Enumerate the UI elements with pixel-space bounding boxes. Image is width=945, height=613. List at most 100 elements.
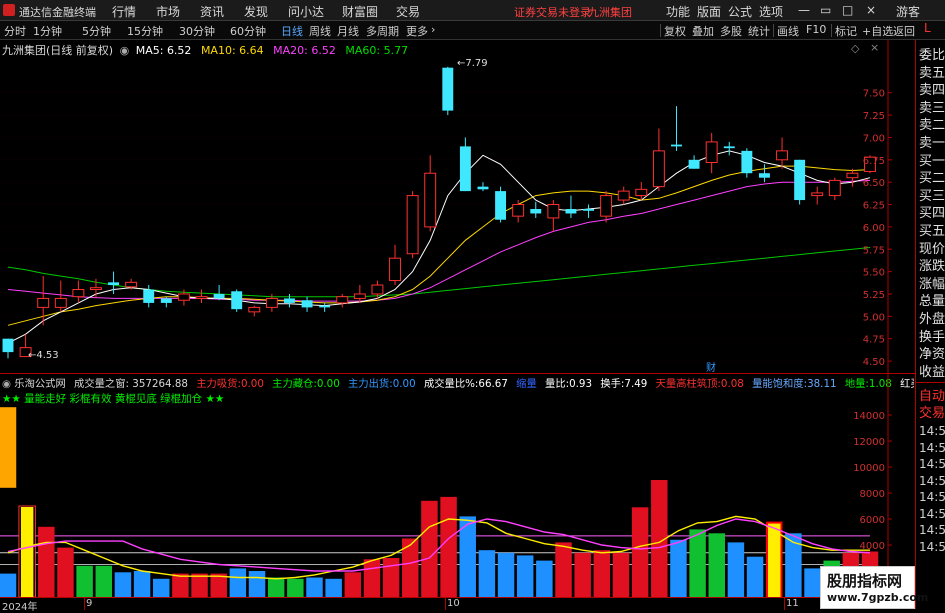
menu-item-gongneng[interactable]: 功能 [666, 3, 690, 20]
period-tab-30min[interactable]: 30分钟 [179, 23, 215, 39]
quote-row-label: 卖三 [919, 100, 945, 116]
volume-bar-inner [767, 523, 781, 597]
quote-row-label: 卖一 [919, 136, 945, 151]
date-label-year: 2024年 [2, 602, 38, 613]
volume-tick-label: 10000 [853, 463, 885, 474]
price-tick-label: 5.75 [863, 245, 885, 256]
candle-body [54, 297, 67, 308]
date-label-nov: 11 [786, 598, 799, 609]
ma5-label: MA5: [135, 44, 164, 57]
menu-item-shichang[interactable]: 市场 [156, 3, 180, 20]
menu-item-zixun[interactable]: 资讯 [200, 3, 224, 20]
add-watchlist-button[interactable]: +自选 [862, 23, 893, 39]
minimize-button[interactable]: — [798, 3, 810, 17]
period-tab-fenshi[interactable]: 分时 [4, 23, 26, 39]
candle-body [794, 159, 806, 201]
price-tick-label: 5.25 [863, 290, 885, 301]
panel-close-icon[interactable]: × [870, 41, 879, 54]
menu-item-wenxiaoda[interactable]: 问小达 [288, 3, 324, 20]
menu-item-banmian[interactable]: 版面 [697, 3, 721, 20]
stock-name-title: 九洲集团 [588, 6, 632, 19]
maximize-button[interactable]: □ [842, 3, 853, 17]
close-button[interactable]: × [866, 3, 876, 17]
back-button[interactable]: 返回 [893, 23, 915, 39]
finance-marker[interactable]: 财 [706, 359, 716, 374]
price-tick-label: 4.75 [863, 335, 885, 346]
huaxian-button[interactable]: 画线 [777, 23, 799, 39]
candle-body [353, 293, 366, 299]
quote-row-label: 委比 [919, 48, 945, 63]
period-tab-more[interactable]: 更多 [406, 23, 428, 39]
menu-item-xuanxiang[interactable]: 选项 [759, 3, 783, 20]
tick-time: 14:56 [919, 539, 945, 554]
candle-body [319, 305, 331, 308]
quote-row-label: 买五 [919, 224, 945, 239]
diejia-button[interactable]: 叠加 [692, 23, 714, 39]
menu-item-faxian[interactable]: 发现 [244, 3, 268, 20]
tongji-button[interactable]: 统计 [748, 23, 770, 39]
candles-group [2, 66, 876, 359]
trade-label[interactable]: 交易 [919, 402, 945, 421]
duogu-button[interactable]: 多股 [720, 23, 742, 39]
restore-button[interactable]: ▭ [820, 3, 831, 17]
special-volume-bar-inner [20, 507, 34, 597]
volume-bar [708, 533, 725, 597]
period-tab-monthly[interactable]: 月线 [337, 23, 359, 39]
period-tab-5min[interactable]: 5分钟 [82, 23, 111, 39]
volume-tick-label: 14000 [853, 411, 885, 422]
candlestick-chart[interactable]: 7.50 7.25 7.00 6.75 6.50 6.25 6.00 5.75 5.50 5.25… [0, 40, 915, 374]
quote-row-label: 买一 [919, 153, 945, 169]
volume-bar [267, 577, 285, 597]
candle-body [213, 293, 225, 299]
ma-settings-icon[interactable]: ◉ [120, 44, 130, 57]
tick-time: 14:56 [919, 473, 945, 488]
period-tab-15min[interactable]: 15分钟 [127, 23, 163, 39]
price-tick-label: 7.25 [863, 111, 885, 122]
menu-item-hangqing[interactable]: 行情 [112, 3, 136, 20]
panel-settings-icon[interactable]: ◇ [851, 42, 859, 55]
period-tab-1min[interactable]: 1分钟 [33, 23, 62, 39]
fuquan-button[interactable]: 复权 [664, 23, 686, 39]
menu-item-caifuquan[interactable]: 财富圈 [342, 3, 378, 20]
volume-chart[interactable]: 1400012000100008000600040002000 [0, 374, 915, 609]
guest-label[interactable]: 游客 [896, 3, 920, 20]
trade-login-notice[interactable]: 证券交易未登录 [514, 4, 591, 20]
period-tab-daily[interactable]: 日线 [281, 23, 303, 39]
ma10-value: 6.64 [239, 44, 264, 57]
menu-item-gongshi[interactable]: 公式 [728, 3, 752, 20]
biaoji-button[interactable]: 标记 [835, 23, 857, 39]
f10-button[interactable]: F10 [806, 23, 826, 36]
more-chevron-icon[interactable]: › [431, 23, 435, 36]
menu-item-jiaoyi[interactable]: 交易 [396, 3, 420, 20]
candle-body [459, 146, 471, 192]
quote-panel: L 委比 卖五 卖四 卖三 卖二 卖一 买一 买二 买三 买四 买五 现价 涨跌 涨幅 总量 外盘 换手 净资 收益… [915, 21, 945, 609]
volume-bar [631, 507, 649, 597]
tick-time: 14:56 [919, 506, 945, 521]
period-tab-weekly[interactable]: 周线 [309, 23, 331, 39]
quote-row-label: 卖四 [919, 83, 945, 99]
volume-bar [57, 547, 74, 597]
volume-bar [593, 550, 611, 597]
price-tick-label: 7.50 [863, 89, 885, 100]
volume-bar [689, 529, 706, 597]
date-axis: 2024年 9 10 11 [0, 597, 915, 613]
volume-bar [363, 559, 381, 597]
quote-row-label: 涨幅 [919, 276, 945, 292]
volume-bar [382, 558, 400, 597]
chart-grid [0, 92, 888, 362]
volume-bar [153, 578, 170, 597]
quote-row-label: 净资 [919, 347, 945, 363]
period-tab-multi[interactable]: 多周期 [366, 23, 399, 39]
volume-bar [536, 560, 553, 597]
volume-bar [670, 539, 687, 597]
candle-body [125, 281, 138, 288]
price-tick-label: 6.50 [863, 178, 885, 189]
candle-body [758, 173, 770, 178]
volume-bar [804, 568, 821, 597]
volume-tick-label: 6000 [860, 515, 885, 526]
period-tab-60min[interactable]: 60分钟 [230, 23, 266, 39]
candle-body [477, 186, 489, 190]
volume-bar [172, 573, 189, 597]
quote-row-label: 卖二 [919, 118, 945, 134]
app-title: 通达信金融终端 [19, 6, 96, 19]
